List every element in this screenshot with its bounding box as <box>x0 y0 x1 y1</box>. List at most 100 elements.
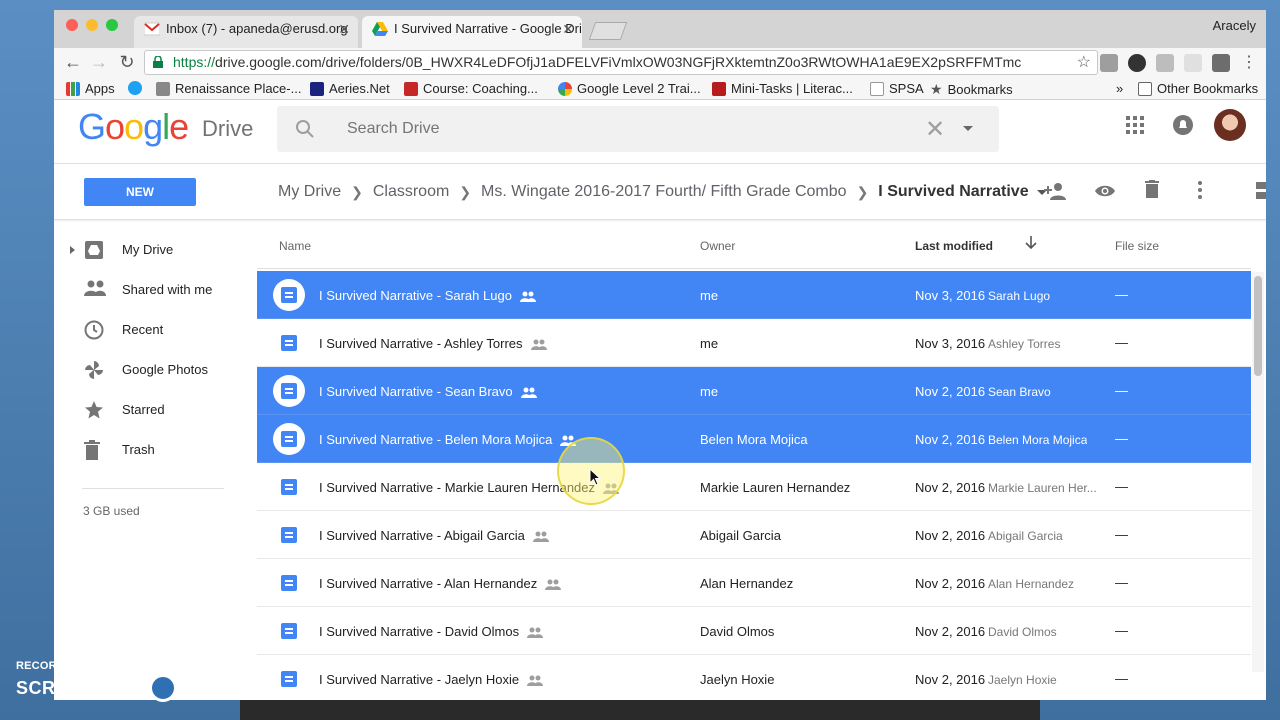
file-row[interactable]: I Survived Narrative - Abigail Garcia Ab… <box>257 511 1251 559</box>
google-doc-icon <box>281 623 297 639</box>
sidebar-item-shared[interactable]: Shared with me <box>54 270 254 310</box>
star-icon: ★ <box>930 81 943 97</box>
new-tab-button[interactable] <box>588 22 628 40</box>
bookmark-google-level-2[interactable]: Google Level 2 Trai... <box>558 81 701 96</box>
close-icon[interactable]: ✕ <box>562 16 574 42</box>
trash-icon[interactable] <box>1145 180 1159 198</box>
column-header-last-modified[interactable]: Last modified <box>915 239 993 253</box>
sidebar-divider <box>82 488 224 489</box>
bookmark-spsa[interactable]: SPSA <box>870 81 924 96</box>
file-owner: Jaelyn Hoxie <box>700 672 775 687</box>
expand-arrow-icon[interactable] <box>70 246 75 254</box>
file-row[interactable]: I Survived Narrative - Ashley Torres me … <box>257 319 1251 367</box>
bookmark-renaissance[interactable]: Renaissance Place-... <box>156 81 301 96</box>
star-icon <box>85 401 103 419</box>
my-drive-icon <box>85 241 103 259</box>
more-options-kebab-icon[interactable] <box>1198 181 1202 199</box>
breadcrumb-current-folder[interactable]: I Survived Narrative <box>878 183 1028 201</box>
bookmark-aeries[interactable]: Aeries.Net <box>310 81 390 96</box>
bookmark-overflow[interactable]: » <box>1116 81 1123 96</box>
file-modified-date: Nov 2, 2016 <box>915 672 986 687</box>
file-size: — <box>1115 527 1128 542</box>
bookmark-star-icon[interactable]: ☆ <box>1077 51 1091 74</box>
file-row[interactable]: I Survived Narrative - David Olmos David… <box>257 607 1251 655</box>
storage-used[interactable]: 3 GB used <box>83 504 140 518</box>
file-row[interactable]: I Survived Narrative - Sean Bravo me Nov… <box>257 367 1251 415</box>
scrollbar-thumb[interactable] <box>1254 276 1262 376</box>
shared-people-icon <box>603 483 620 495</box>
column-header-owner[interactable]: Owner <box>700 239 735 253</box>
column-header-file-size[interactable]: File size <box>1115 239 1159 253</box>
search-options-caret-icon[interactable] <box>963 126 973 131</box>
file-modified-date: Nov 3, 2016 <box>915 288 986 303</box>
google-doc-icon <box>281 335 297 351</box>
pocket-icon[interactable] <box>1212 54 1230 72</box>
drive-extension-icon[interactable] <box>1156 54 1174 72</box>
breadcrumb-class-folder[interactable]: Ms. Wingate 2016-2017 Fourth/ Fifth Grad… <box>481 183 847 201</box>
preview-eye-icon[interactable] <box>1094 184 1116 198</box>
sidebar-item-recent[interactable]: Recent <box>54 310 254 350</box>
back-arrow-icon[interactable]: ← <box>62 52 84 73</box>
extension-icon[interactable] <box>1128 54 1146 72</box>
file-row[interactable]: I Survived Narrative - Markie Lauren Her… <box>257 463 1251 511</box>
bookmark-apps[interactable]: Apps <box>66 81 115 96</box>
share-add-person-icon[interactable] <box>1044 182 1068 200</box>
window-zoom-button[interactable] <box>106 19 118 31</box>
sidebar-item-my-drive[interactable]: My Drive <box>54 230 254 270</box>
chevron-right-icon: ❯ <box>856 183 869 200</box>
search-input[interactable] <box>347 106 907 152</box>
bookmark-twitter[interactable] <box>128 81 142 95</box>
bookmark-other[interactable]: Other Bookmarks <box>1138 81 1258 96</box>
page-icon <box>870 81 884 96</box>
desktop-strip <box>240 700 1040 720</box>
breadcrumb-classroom[interactable]: Classroom <box>373 183 449 201</box>
chevron-right-icon: ❯ <box>351 183 363 200</box>
search-icon[interactable] <box>295 119 315 139</box>
clear-search-icon[interactable]: ✕ <box>925 115 945 144</box>
drive-product-name: Drive <box>202 116 254 141</box>
tab-drive[interactable]: I Survived Narrative - Google Drive ✕ <box>362 16 582 48</box>
file-row[interactable]: I Survived Narrative - Jaelyn Hoxie Jael… <box>257 655 1251 700</box>
google-logo[interactable]: Google <box>78 106 189 148</box>
window-close-button[interactable] <box>66 19 78 31</box>
column-header-name[interactable]: Name <box>279 239 311 253</box>
shared-people-icon <box>532 531 549 543</box>
extension-icon[interactable] <box>1184 54 1202 72</box>
apps-grid-icon[interactable] <box>1126 116 1144 134</box>
menu-kebab-icon[interactable]: ⋮ <box>1238 52 1260 72</box>
sidebar-item-starred[interactable]: Starred <box>54 390 254 430</box>
vertical-scrollbar[interactable] <box>1252 272 1264 672</box>
sidebar-item-trash[interactable]: Trash <box>54 430 254 470</box>
extension-icon[interactable] <box>1100 54 1118 72</box>
file-owner: Belen Mora Mojica <box>700 432 808 447</box>
notifications-bell-icon[interactable] <box>1172 114 1194 136</box>
tab-gmail[interactable]: Inbox (7) - apaneda@erusd.org ✕ <box>134 16 358 48</box>
bookmarks-bar: Apps Renaissance Place-... Aeries.Net Co… <box>54 78 1266 100</box>
url-scheme: https:// <box>173 54 216 70</box>
close-icon[interactable]: ✕ <box>338 16 350 42</box>
new-button[interactable]: NEW <box>84 178 196 206</box>
reload-icon[interactable]: ↻ <box>116 52 138 73</box>
bookmark-bookmarks[interactable]: ★ Bookmarks <box>930 81 1013 98</box>
bookmark-mini-tasks[interactable]: Mini-Tasks | Literac... <box>712 81 853 96</box>
file-owner: me <box>700 288 719 303</box>
file-size: — <box>1115 383 1128 398</box>
bookmark-course[interactable]: Course: Coaching... <box>404 81 538 96</box>
sidebar: My Drive Shared with me Recent Google Ph… <box>54 230 256 700</box>
address-bar[interactable]: https://drive.google.com/drive/folders/0… <box>144 50 1098 75</box>
profile-name[interactable]: Aracely <box>1213 18 1256 33</box>
grid-view-icon[interactable] <box>1252 182 1266 200</box>
forward-arrow-icon[interactable]: → <box>88 52 110 73</box>
course-icon <box>404 81 418 96</box>
drive-header: Google Drive ✕ <box>54 100 1266 164</box>
sort-down-arrow-icon[interactable] <box>1025 236 1037 250</box>
file-row[interactable]: I Survived Narrative - Belen Mora Mojica… <box>257 415 1251 463</box>
account-avatar[interactable] <box>1214 109 1246 141</box>
mini-tasks-icon <box>712 81 726 96</box>
file-row[interactable]: I Survived Narrative - Alan Hernandez Al… <box>257 559 1251 607</box>
sidebar-item-google-photos[interactable]: Google Photos <box>54 350 254 390</box>
window-minimize-button[interactable] <box>86 19 98 31</box>
file-row[interactable]: I Survived Narrative - Sarah Lugo me Nov… <box>257 271 1251 319</box>
shared-people-icon <box>530 339 547 351</box>
breadcrumb-my-drive[interactable]: My Drive <box>278 183 341 201</box>
